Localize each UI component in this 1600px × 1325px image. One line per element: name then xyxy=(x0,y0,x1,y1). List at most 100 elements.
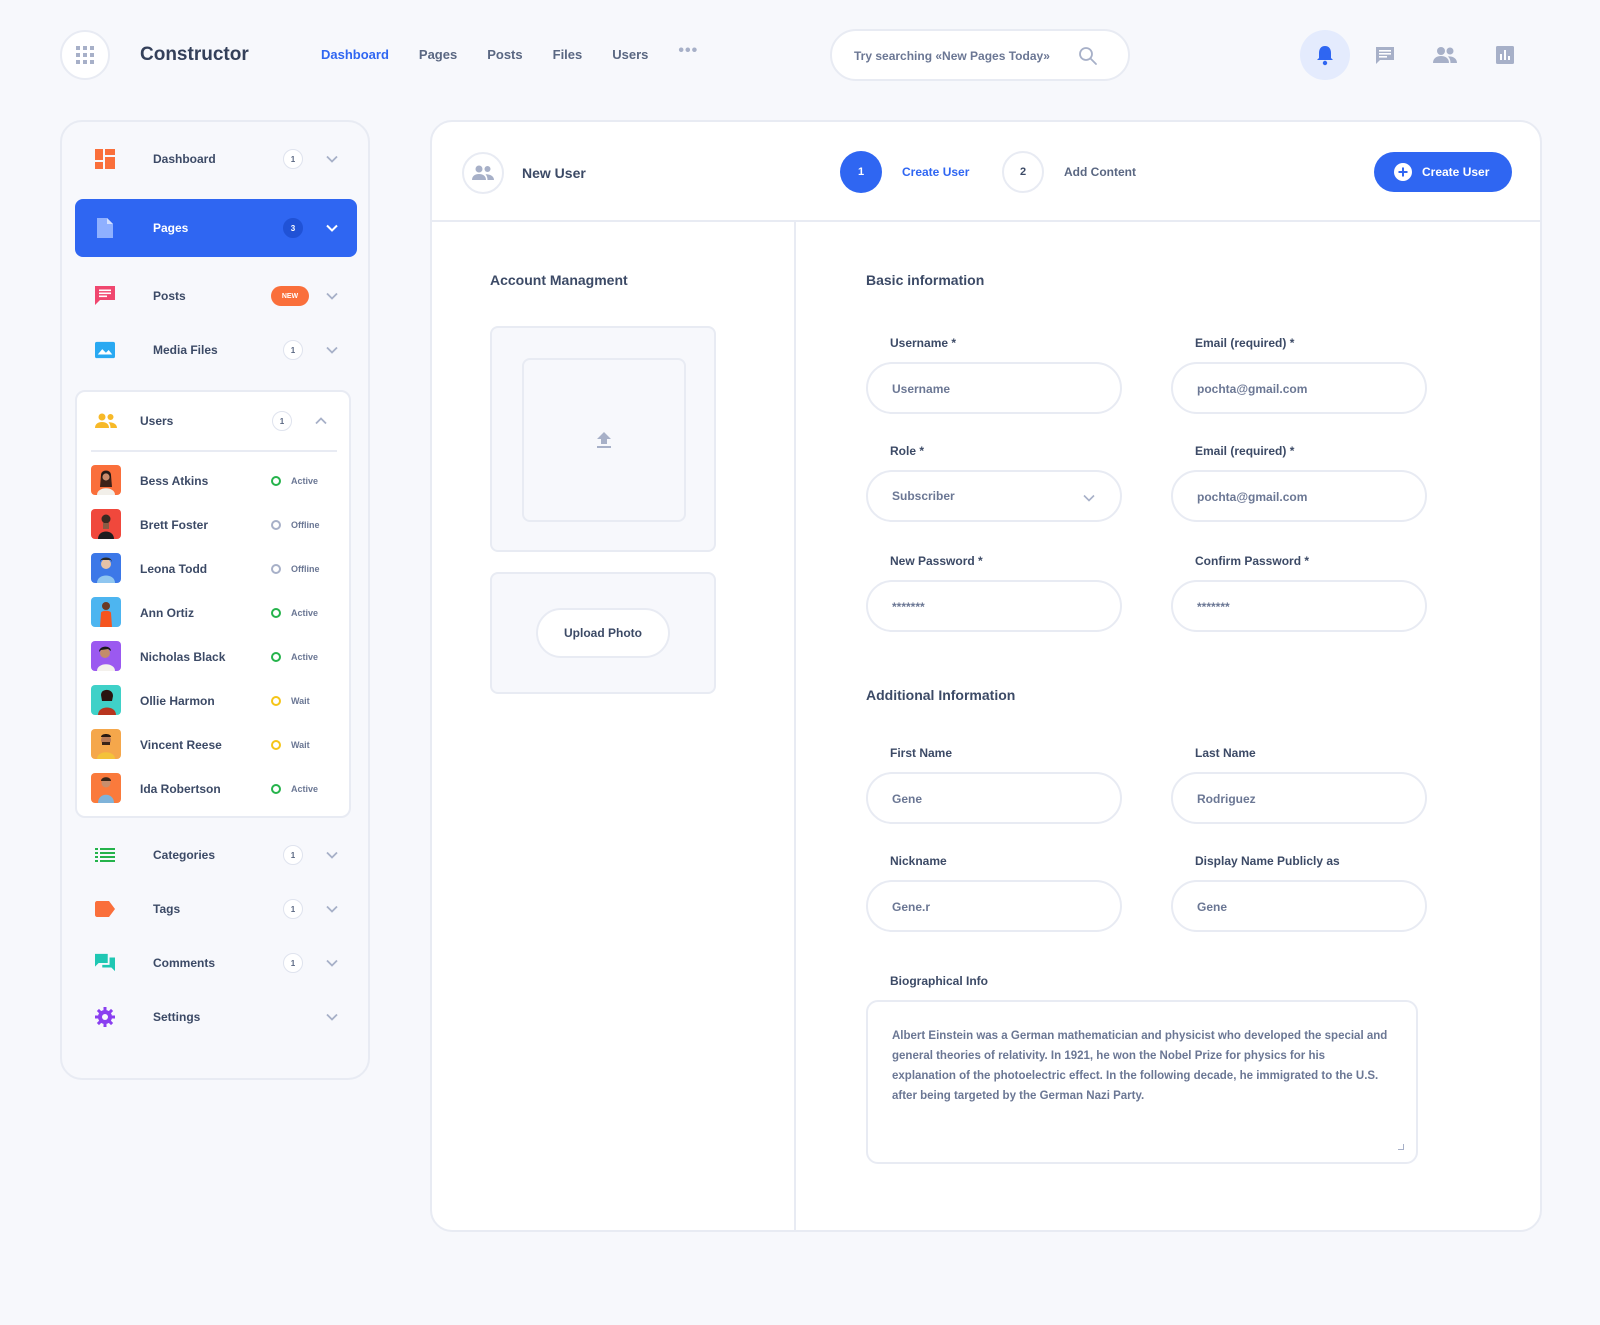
new-password-label: New Password * xyxy=(890,554,983,568)
first-name-input[interactable] xyxy=(892,789,1092,809)
sidebar-item-pages[interactable]: Pages 3 xyxy=(75,199,357,257)
sidebar-item-posts[interactable]: Posts NEW xyxy=(75,267,357,325)
step-1-indicator[interactable]: 1 xyxy=(840,151,882,193)
chevron-down-icon[interactable] xyxy=(325,343,339,357)
resize-handle-icon[interactable] xyxy=(1398,1144,1404,1150)
user-row[interactable]: Vincent Reese Wait xyxy=(91,729,337,761)
count-badge: 1 xyxy=(283,340,303,360)
sidebar-item-label: Settings xyxy=(153,1010,201,1024)
messages-button[interactable] xyxy=(1360,30,1410,80)
topnav-posts[interactable]: Posts xyxy=(487,47,522,62)
sidebar: Dashboard 1 Pages 3 Posts NEW Media File… xyxy=(60,120,370,1080)
count-badge: 1 xyxy=(283,899,303,919)
upload-photo-button[interactable]: Upload Photo xyxy=(536,608,670,658)
sidebar-item-comments[interactable]: Comments 1 xyxy=(75,934,357,992)
stats-button[interactable] xyxy=(1480,30,1530,80)
sidebar-item-label: Users xyxy=(140,414,174,428)
topnav-files[interactable]: Files xyxy=(553,47,583,62)
notifications-button[interactable] xyxy=(1300,30,1350,80)
user-status: Wait xyxy=(291,696,310,706)
apps-grid-button[interactable] xyxy=(60,30,110,80)
topnav-pages[interactable]: Pages xyxy=(419,47,457,62)
user-status: Active xyxy=(291,652,319,662)
additional-information-title: Additional Information xyxy=(866,687,1016,703)
step-2-label[interactable]: Add Content xyxy=(1064,165,1136,179)
chevron-down-icon[interactable] xyxy=(325,956,339,970)
user-row[interactable]: Bess Atkins Active xyxy=(91,465,337,497)
count-badge: 1 xyxy=(283,845,303,865)
last-name-input[interactable] xyxy=(1197,789,1397,809)
status-active-icon xyxy=(271,608,281,618)
display-name-input[interactable] xyxy=(1197,897,1397,917)
people-icon xyxy=(1433,47,1457,63)
chat-icon xyxy=(1376,47,1394,64)
sidebar-item-media-files[interactable]: Media Files 1 xyxy=(75,321,357,379)
create-user-button[interactable]: Create User xyxy=(1374,152,1512,192)
gear-icon xyxy=(95,1007,115,1027)
confirm-password-input[interactable] xyxy=(1197,597,1397,617)
user-name: Vincent Reese xyxy=(140,738,222,752)
email-input[interactable] xyxy=(1197,379,1397,399)
more-menu-button[interactable]: ••• xyxy=(678,42,698,62)
bell-icon xyxy=(1317,46,1333,66)
topnav-dashboard[interactable]: Dashboard xyxy=(321,47,389,62)
user-row[interactable]: Brett Foster Offline xyxy=(91,509,337,541)
chevron-up-icon[interactable] xyxy=(314,414,328,428)
new-password-input[interactable] xyxy=(892,597,1092,617)
bio-textarea[interactable]: Albert Einstein was a German mathematici… xyxy=(892,1026,1392,1146)
photo-drop-area[interactable] xyxy=(522,358,686,522)
sidebar-item-tags[interactable]: Tags 1 xyxy=(75,880,357,938)
status-offline-icon xyxy=(271,564,281,574)
bar-chart-icon xyxy=(1496,46,1514,64)
topnav-users[interactable]: Users xyxy=(612,47,648,62)
user-name: Brett Foster xyxy=(140,518,209,532)
chevron-down-icon[interactable] xyxy=(325,848,339,862)
chevron-down-icon[interactable] xyxy=(325,152,339,166)
create-user-label: Create User xyxy=(1422,165,1490,179)
brand-name: Constructor xyxy=(140,44,249,65)
chevron-down-icon xyxy=(1083,494,1095,502)
user-row[interactable]: Nicholas Black Active xyxy=(91,641,337,673)
page-title: New User xyxy=(522,165,586,181)
email-label: Email (required) * xyxy=(1195,336,1295,350)
user-status: Active xyxy=(291,476,319,486)
sidebar-item-categories[interactable]: Categories 1 xyxy=(75,826,357,884)
role-value: Subscriber xyxy=(892,489,955,503)
tag-icon xyxy=(95,899,115,919)
sidebar-item-dashboard[interactable]: Dashboard 1 xyxy=(75,130,357,188)
step-1-label[interactable]: Create User xyxy=(902,165,969,179)
chevron-down-icon[interactable] xyxy=(325,902,339,916)
count-badge: 1 xyxy=(283,149,303,169)
chevron-down-icon[interactable] xyxy=(325,221,339,235)
last-name-field xyxy=(1171,772,1427,824)
search-icon[interactable] xyxy=(1078,46,1098,66)
search-input[interactable] xyxy=(854,45,1074,67)
user-row[interactable]: Ann Ortiz Active xyxy=(91,597,337,629)
user-row[interactable]: Leona Todd Offline xyxy=(91,553,337,585)
nickname-input[interactable] xyxy=(892,897,1092,917)
role-select[interactable]: Subscriber xyxy=(866,470,1122,522)
count-badge: 3 xyxy=(283,218,303,238)
new-password-field xyxy=(866,580,1122,632)
avatar xyxy=(91,553,121,583)
sidebar-item-settings[interactable]: Settings xyxy=(75,988,357,1046)
new-user-panel: New User 1 Create User 2 Add Content Cre… xyxy=(430,120,1542,1232)
status-active-icon xyxy=(271,784,281,794)
user-row[interactable]: Ollie Harmon Wait xyxy=(91,685,337,717)
user-name: Leona Todd xyxy=(140,562,208,576)
count-badge: 1 xyxy=(283,953,303,973)
email-secondary-input[interactable] xyxy=(1197,487,1397,507)
people-button[interactable] xyxy=(1420,30,1470,80)
username-input[interactable] xyxy=(892,379,1092,399)
user-name: Nicholas Black xyxy=(140,650,226,664)
sidebar-item-users[interactable]: Users 1 xyxy=(77,392,349,450)
avatar xyxy=(91,773,121,803)
chevron-down-icon[interactable] xyxy=(325,289,339,303)
list-icon xyxy=(95,845,115,865)
user-row[interactable]: Ida Robertson Active xyxy=(91,773,337,805)
step-2-indicator[interactable]: 2 xyxy=(1002,151,1044,193)
avatar xyxy=(91,685,121,715)
chevron-down-icon[interactable] xyxy=(325,1010,339,1024)
apps-grid-icon xyxy=(76,46,94,64)
user-status: Offline xyxy=(291,564,320,574)
